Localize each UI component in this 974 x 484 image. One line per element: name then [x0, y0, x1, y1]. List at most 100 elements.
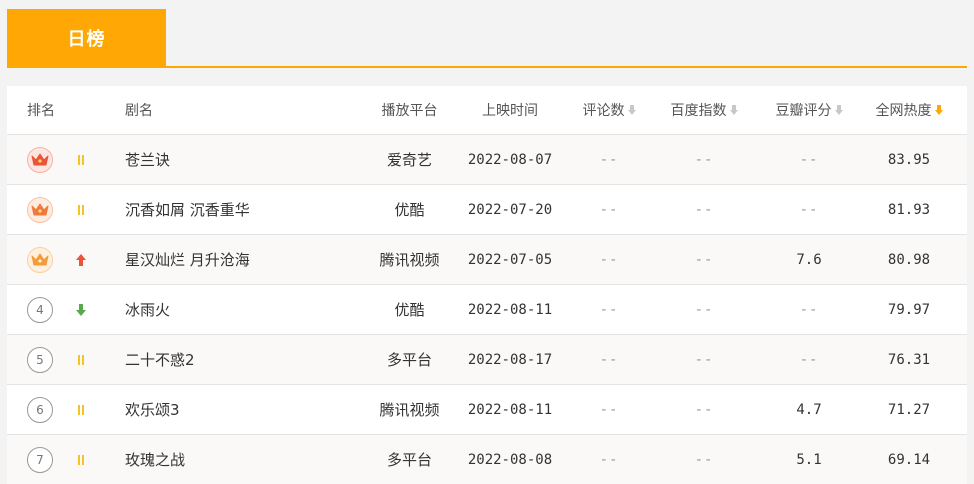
rank-cell: 7: [27, 435, 67, 484]
rank-cell: [27, 235, 67, 284]
platform-cell: 优酷: [394, 301, 425, 319]
sort-by-comments[interactable]: 评论数: [565, 86, 653, 134]
rank-number: 6: [27, 396, 53, 423]
douban-score-cell: 4.7: [796, 401, 822, 418]
platform-cell: 爱奇艺: [386, 151, 432, 169]
trend-cell: [73, 435, 89, 484]
header-release: 上映时间: [482, 103, 538, 119]
baidu-index-cell: --: [694, 451, 714, 468]
release-date-cell: 2022-07-05: [467, 251, 553, 268]
release-date-cell: 2022-08-07: [467, 151, 553, 168]
comments-cell: --: [599, 401, 619, 418]
trend-cell: [73, 335, 89, 384]
sort-by-baidu[interactable]: 百度指数: [659, 86, 749, 134]
sort-down-icon: [729, 105, 738, 115]
table-row[interactable]: 4 冰雨火 优酷 2022-08-11 -- -- -- 79.97: [7, 285, 967, 335]
rank-cell: [27, 185, 67, 234]
rank-cell: [27, 135, 67, 184]
baidu-index-cell: --: [694, 151, 714, 168]
douban-score-cell: 7.6: [796, 251, 822, 268]
table-body: 苍兰诀 爱奇艺 2022-08-07 -- -- -- 83.95 沉香如屑 沉香重华 优酷 20…: [7, 135, 967, 484]
heat-cell: 83.95: [887, 151, 931, 168]
release-date-cell: 2022-08-11: [467, 401, 553, 418]
heat-cell: 80.98: [887, 251, 931, 268]
rank-cell: 5: [27, 335, 67, 384]
trend-cell: [73, 285, 89, 334]
table-row[interactable]: 5 二十不惑2 多平台 2022-08-17 -- -- -- 76.31: [7, 335, 967, 385]
drama-name[interactable]: 冰雨火: [125, 285, 365, 334]
drama-name[interactable]: 星汉灿烂 月升沧海: [125, 235, 365, 284]
sort-by-heat[interactable]: 全网热度: [865, 86, 953, 134]
drama-name[interactable]: 欢乐颂3: [125, 385, 365, 434]
rank-cell: 4: [27, 285, 67, 334]
sort-down-active-icon: [934, 105, 943, 115]
header-baidu-label: 百度指数: [670, 103, 727, 119]
tab-underline: [7, 66, 967, 68]
crown-icon: [27, 146, 53, 173]
douban-score-cell: --: [799, 301, 819, 318]
baidu-index-cell: --: [694, 251, 714, 268]
release-date-cell: 2022-07-20: [467, 201, 553, 218]
table-header: 排名 剧名 播放平台 上映时间 评论数 百度指数 豆瓣评分 全网热度: [7, 86, 967, 135]
comments-cell: --: [599, 251, 619, 268]
drama-name[interactable]: 苍兰诀: [125, 135, 365, 184]
baidu-index-cell: --: [694, 201, 714, 218]
trend-hold-icon: [78, 404, 84, 415]
rank-number: 5: [27, 346, 53, 373]
trend-hold-icon: [78, 204, 84, 215]
trend-hold-icon: [78, 354, 84, 365]
release-date-cell: 2022-08-08: [467, 451, 553, 468]
crown-icon: [27, 196, 53, 223]
header-comments-label: 评论数: [582, 103, 625, 119]
tab-bar: 日榜: [0, 0, 974, 68]
header-heat-label: 全网热度: [875, 103, 932, 119]
header-rank: 排名: [27, 103, 55, 119]
heat-cell: 71.27: [887, 401, 931, 418]
comments-cell: --: [599, 351, 619, 368]
baidu-index-cell: --: [694, 351, 714, 368]
sort-down-icon: [627, 105, 636, 115]
header-platform: 播放平台: [381, 103, 438, 119]
platform-cell: 多平台: [386, 351, 432, 369]
rank-number: 7: [27, 446, 53, 473]
drama-name[interactable]: 二十不惑2: [125, 335, 365, 384]
rank-number: 4: [27, 296, 53, 323]
table-row[interactable]: 7 玫瑰之战 多平台 2022-08-08 -- -- 5.1 69.14: [7, 435, 967, 484]
platform-cell: 腾讯视频: [379, 401, 440, 419]
drama-name[interactable]: 沉香如屑 沉香重华: [125, 185, 365, 234]
comments-cell: --: [599, 151, 619, 168]
baidu-index-cell: --: [694, 401, 714, 418]
comments-cell: --: [599, 201, 619, 218]
drama-name[interactable]: 玫瑰之战: [125, 435, 365, 484]
heat-cell: 69.14: [887, 451, 931, 468]
heat-cell: 81.93: [887, 201, 931, 218]
release-date-cell: 2022-08-11: [467, 301, 553, 318]
comments-cell: --: [599, 451, 619, 468]
platform-cell: 多平台: [386, 451, 432, 469]
ranking-table: 排名 剧名 播放平台 上映时间 评论数 百度指数 豆瓣评分 全网热度 苍兰诀 爱奇…: [7, 86, 967, 484]
tab-daily[interactable]: 日榜: [7, 9, 166, 67]
trend-cell: [73, 235, 89, 284]
table-row[interactable]: 星汉灿烂 月升沧海 腾讯视频 2022-07-05 -- -- 7.6 80.98: [7, 235, 967, 285]
sort-by-douban[interactable]: 豆瓣评分: [757, 86, 861, 134]
comments-cell: --: [599, 301, 619, 318]
sort-down-icon: [834, 105, 843, 115]
table-row[interactable]: 6 欢乐颂3 腾讯视频 2022-08-11 -- -- 4.7 71.27: [7, 385, 967, 435]
trend-cell: [73, 385, 89, 434]
trend-down-icon: [76, 303, 86, 316]
heat-cell: 76.31: [887, 351, 931, 368]
heat-cell: 79.97: [887, 301, 931, 318]
trend-up-icon: [76, 253, 86, 266]
trend-cell: [73, 135, 89, 184]
platform-cell: 优酷: [394, 201, 425, 219]
trend-hold-icon: [78, 454, 84, 465]
rank-cell: 6: [27, 385, 67, 434]
release-date-cell: 2022-08-17: [467, 351, 553, 368]
platform-cell: 腾讯视频: [379, 251, 440, 269]
header-name: 剧名: [125, 103, 153, 119]
trend-cell: [73, 185, 89, 234]
trend-hold-icon: [78, 154, 84, 165]
table-row[interactable]: 苍兰诀 爱奇艺 2022-08-07 -- -- -- 83.95: [7, 135, 967, 185]
douban-score-cell: --: [799, 151, 819, 168]
table-row[interactable]: 沉香如屑 沉香重华 优酷 2022-07-20 -- -- -- 81.93: [7, 185, 967, 235]
